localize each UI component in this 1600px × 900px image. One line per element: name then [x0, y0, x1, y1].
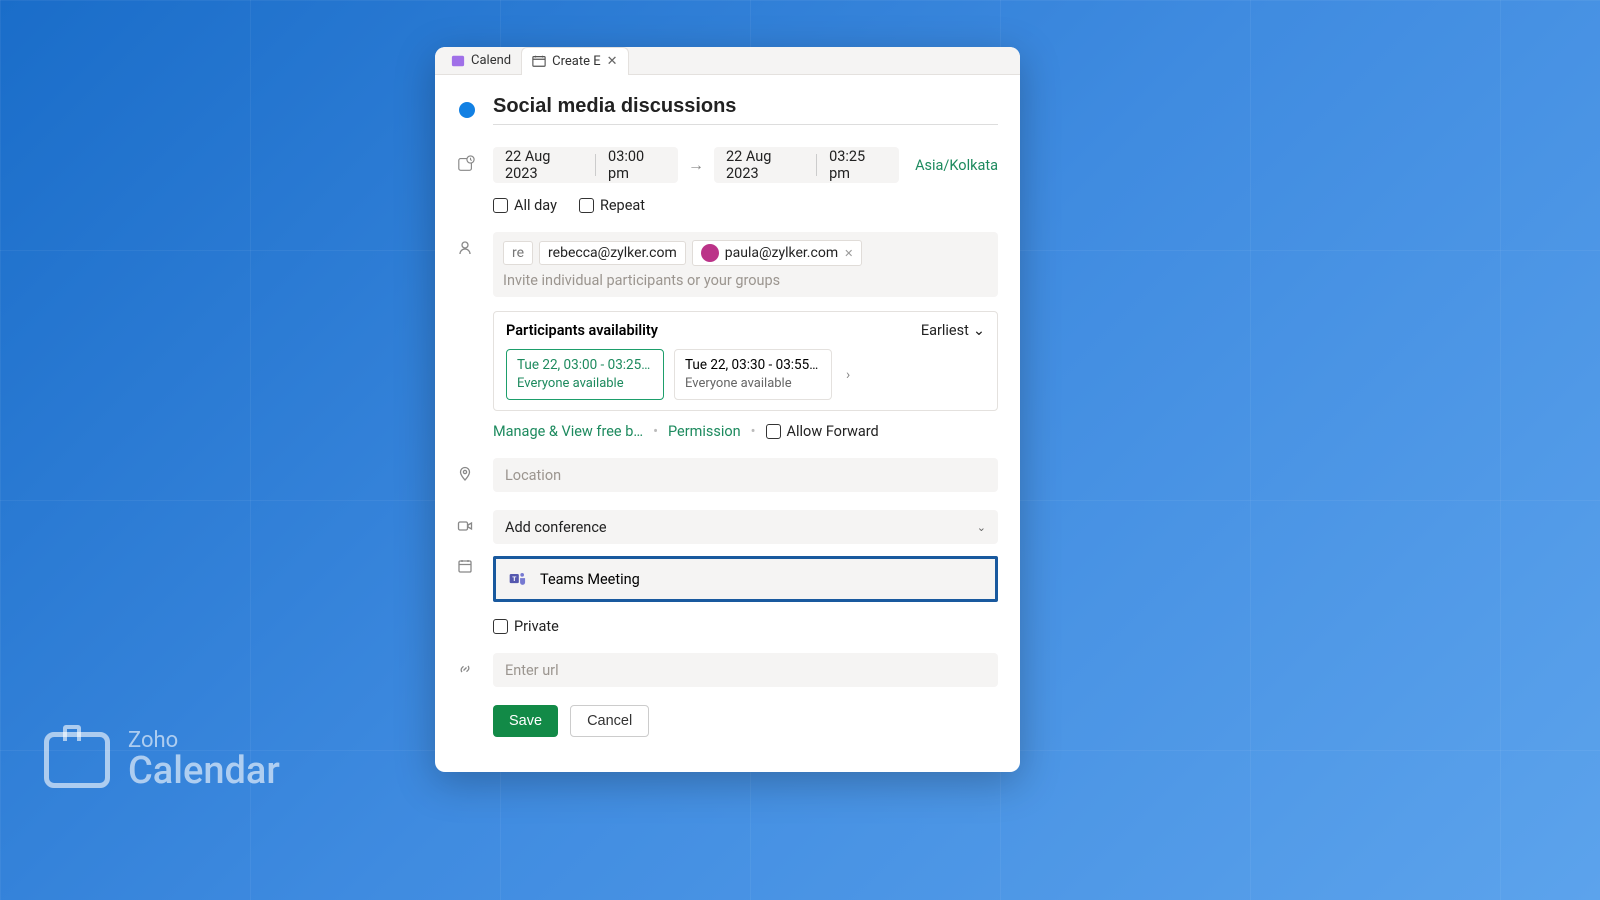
add-conference-dropdown[interactable]: Add conference ⌄ — [493, 510, 998, 544]
tab-create-event[interactable]: Create E ✕ — [521, 47, 628, 75]
checkbox-icon — [493, 619, 508, 634]
all-day-checkbox[interactable]: All day — [493, 197, 557, 214]
manage-free-busy-link[interactable]: Manage & View free b… — [493, 423, 643, 440]
teams-meeting-option[interactable]: T Teams Meeting — [493, 556, 998, 602]
remove-chip-icon[interactable]: ✕ — [844, 247, 853, 260]
participant-chip[interactable]: rebecca@zylker.com — [539, 241, 686, 265]
availability-slot[interactable]: Tue 22, 03:30 - 03:55… Everyone availabl… — [674, 349, 832, 400]
save-button[interactable]: Save — [493, 705, 558, 737]
start-date: 22 Aug 2023 — [493, 148, 595, 182]
video-icon — [457, 510, 479, 534]
event-color-dot[interactable] — [459, 102, 475, 118]
slot-status: Everyone available — [517, 375, 653, 393]
next-slots-button[interactable]: › — [842, 367, 854, 383]
cancel-button[interactable]: Cancel — [570, 705, 649, 737]
start-time: 03:00 pm — [596, 148, 678, 182]
availability-heading: Participants availability — [506, 322, 658, 339]
tab-bar: Calend Create E ✕ — [435, 47, 1020, 75]
event-title-input[interactable] — [493, 95, 998, 125]
create-event-window: Calend Create E ✕ 22 Aug 2023 03:00 pm — [435, 47, 1020, 772]
create-event-icon — [532, 54, 546, 68]
tab-label: Calend — [471, 53, 511, 68]
availability-panel: Participants availability Earliest ⌄ Tue… — [493, 311, 998, 411]
start-datetime[interactable]: 22 Aug 2023 03:00 pm — [493, 147, 678, 183]
private-checkbox[interactable]: Private — [493, 618, 559, 635]
checkbox-icon — [766, 424, 781, 439]
url-input[interactable]: Enter url — [493, 653, 998, 687]
calendar-logo-icon — [44, 732, 110, 788]
allow-forward-label: Allow Forward — [787, 423, 879, 440]
participants-icon — [457, 232, 479, 256]
brand-product: Calendar — [128, 752, 280, 790]
link-icon — [457, 653, 479, 677]
datetime-icon — [457, 147, 479, 173]
slot-status: Everyone available — [685, 375, 821, 393]
allow-forward-checkbox[interactable]: Allow Forward — [766, 423, 879, 440]
close-icon[interactable]: ✕ — [607, 54, 618, 69]
tab-label: Create E — [552, 54, 600, 69]
slot-time: Tue 22, 03:30 - 03:55… — [685, 356, 821, 375]
private-label: Private — [514, 618, 559, 635]
slot-time: Tue 22, 03:00 - 03:25… — [517, 356, 653, 375]
end-datetime[interactable]: 22 Aug 2023 03:25 pm — [714, 147, 899, 183]
location-input[interactable]: Location — [493, 458, 998, 492]
chevron-down-icon: ⌄ — [977, 521, 986, 534]
participant-email: rebecca@zylker.com — [548, 245, 677, 261]
calendar-icon — [457, 550, 479, 574]
availability-sort-button[interactable]: Earliest ⌄ — [921, 322, 985, 339]
invite-placeholder: Invite individual participants or your g… — [503, 272, 988, 289]
tab-calendar[interactable]: Calend — [441, 47, 521, 75]
participant-email: paula@zylker.com — [725, 245, 838, 261]
end-time: 03:25 pm — [817, 148, 899, 182]
arrow-right-icon: → — [688, 155, 704, 175]
avatar — [701, 244, 719, 262]
conference-label: Add conference — [505, 519, 607, 536]
all-day-label: All day — [514, 197, 557, 214]
separator: • — [653, 423, 658, 440]
timezone-link[interactable]: Asia/Kolkata — [915, 157, 998, 174]
repeat-checkbox[interactable]: Repeat — [579, 197, 645, 214]
participant-chip[interactable]: paula@zylker.com ✕ — [692, 240, 863, 266]
separator: • — [751, 423, 756, 440]
zoho-calendar-logo: Zoho Calendar — [44, 730, 280, 790]
svg-text:T: T — [512, 575, 516, 583]
calendar-app-icon — [451, 54, 465, 68]
availability-slot[interactable]: Tue 22, 03:00 - 03:25… Everyone availabl… — [506, 349, 664, 400]
location-icon — [457, 458, 479, 482]
teams-icon: T — [508, 569, 528, 589]
repeat-label: Repeat — [600, 197, 645, 214]
chevron-down-icon: ⌄ — [973, 322, 985, 339]
permission-link[interactable]: Permission — [668, 423, 741, 440]
end-date: 22 Aug 2023 — [714, 148, 816, 182]
checkbox-icon — [493, 198, 508, 213]
participants-field[interactable]: re rebecca@zylker.com paula@zylker.com ✕… — [493, 232, 998, 297]
checkbox-icon — [579, 198, 594, 213]
participant-search-input[interactable]: re — [503, 241, 533, 265]
teams-meeting-label: Teams Meeting — [540, 571, 640, 588]
